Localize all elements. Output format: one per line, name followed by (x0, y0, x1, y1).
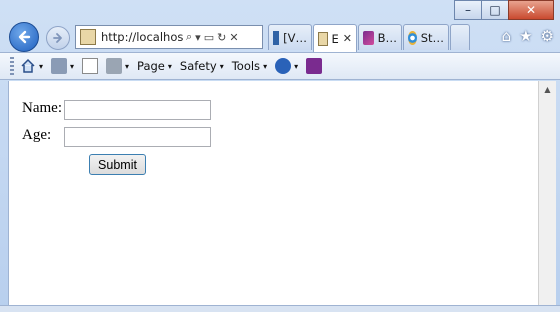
home-icon (21, 58, 35, 73)
print-button[interactable]: ▾ (106, 58, 129, 74)
minimize-button[interactable]: – (454, 0, 482, 20)
chevron-down-icon: ▾ (263, 61, 268, 71)
onenote-icon (306, 58, 323, 74)
page-favicon-icon (80, 29, 96, 45)
address-url[interactable]: http://localhost: (101, 30, 183, 44)
compatibility-view-icon[interactable]: ▭ (204, 31, 214, 44)
search-icon[interactable]: ⌕ (186, 30, 192, 44)
scroll-up-icon[interactable]: ▲ (539, 85, 556, 94)
rss-feed-icon (51, 58, 68, 74)
mail-icon (82, 58, 99, 74)
age-label: Age: (22, 127, 52, 143)
onenote-button[interactable] (306, 58, 323, 74)
read-mail-button[interactable] (82, 58, 99, 74)
refresh-icon[interactable]: ↻ (217, 31, 226, 44)
help-button[interactable]: ▾ (275, 58, 298, 74)
page-content: Name: Age: Submit (8, 81, 540, 305)
browser-window: – □ ✕ http://localhost: ⌕ ▾ ▭ ↻ ✕ [V… E … (0, 0, 560, 312)
help-icon (275, 58, 292, 74)
home-icon[interactable]: ⌂ (502, 27, 512, 45)
tab-current-page[interactable]: E ✕ (313, 24, 357, 52)
printer-icon (106, 58, 123, 74)
tab-strip: [V… E ✕ B… St… (268, 24, 470, 52)
tab-label: B… (377, 30, 397, 45)
tools-menu-label: Tools (231, 59, 261, 73)
page-menu[interactable]: Page ▾ (137, 59, 172, 73)
toolbar-right-icons: ⌂ ★ ⚙ (502, 27, 554, 45)
tab-label: St… (420, 30, 444, 45)
age-field[interactable] (64, 127, 211, 147)
chevron-down-icon: ▾ (39, 61, 44, 71)
close-window-button[interactable]: ✕ (508, 0, 554, 20)
chevron-down-icon: ▾ (70, 61, 75, 71)
new-tab-button[interactable] (450, 24, 470, 50)
submit-button[interactable]: Submit (89, 154, 146, 175)
w3schools-icon (273, 30, 280, 45)
tab-label: E (331, 31, 339, 46)
tab-start[interactable]: St… (403, 24, 449, 50)
command-bar: ▾ ▾ ▾ Page ▾ Safety ▾ Tools ▾ ▾ (0, 52, 560, 80)
home-button[interactable]: ▾ (20, 58, 43, 74)
maximize-button[interactable]: □ (481, 0, 509, 20)
safety-menu-label: Safety (179, 59, 217, 73)
page-menu-label: Page (137, 59, 165, 73)
vertical-scrollbar[interactable]: ▲ (538, 81, 556, 305)
window-controls: – □ ✕ (454, 0, 554, 20)
tab-label: [V… (283, 30, 307, 45)
tab-close-icon[interactable]: ✕ (343, 32, 352, 45)
tab-w3schools[interactable]: [V… (268, 24, 312, 50)
title-bar: – □ ✕ (0, 0, 560, 22)
chevron-down-icon: ▾ (125, 61, 130, 71)
page-icon (318, 31, 328, 46)
name-field[interactable] (64, 100, 211, 120)
back-button[interactable] (9, 22, 39, 52)
tools-menu[interactable]: Tools ▾ (232, 59, 267, 73)
stop-icon[interactable]: ✕ (229, 31, 238, 44)
address-dropdown-icon[interactable]: ▾ (195, 31, 201, 44)
safety-menu[interactable]: Safety ▾ (180, 59, 224, 73)
forward-arrow-icon (53, 33, 62, 43)
address-bar[interactable]: http://localhost: ⌕ ▾ ▭ ↻ ✕ (75, 25, 263, 49)
onenote-pen-icon (363, 30, 374, 45)
toolbar-grip-icon[interactable] (10, 57, 14, 75)
favorites-star-icon[interactable]: ★ (519, 27, 532, 45)
feeds-button[interactable]: ▾ (51, 58, 74, 74)
back-arrow-icon (18, 30, 31, 44)
navigation-row: http://localhost: ⌕ ▾ ▭ ↻ ✕ [V… E ✕ B… S… (0, 22, 560, 52)
chevron-down-icon: ▾ (294, 61, 299, 71)
name-label: Name: (22, 100, 62, 116)
chevron-down-icon: ▾ (167, 61, 172, 71)
forward-button[interactable] (46, 26, 70, 50)
tab-onenote[interactable]: B… (358, 24, 402, 50)
chevron-down-icon: ▾ (219, 61, 224, 71)
gear-icon[interactable]: ⚙ (541, 27, 554, 45)
ie-icon (408, 30, 417, 45)
